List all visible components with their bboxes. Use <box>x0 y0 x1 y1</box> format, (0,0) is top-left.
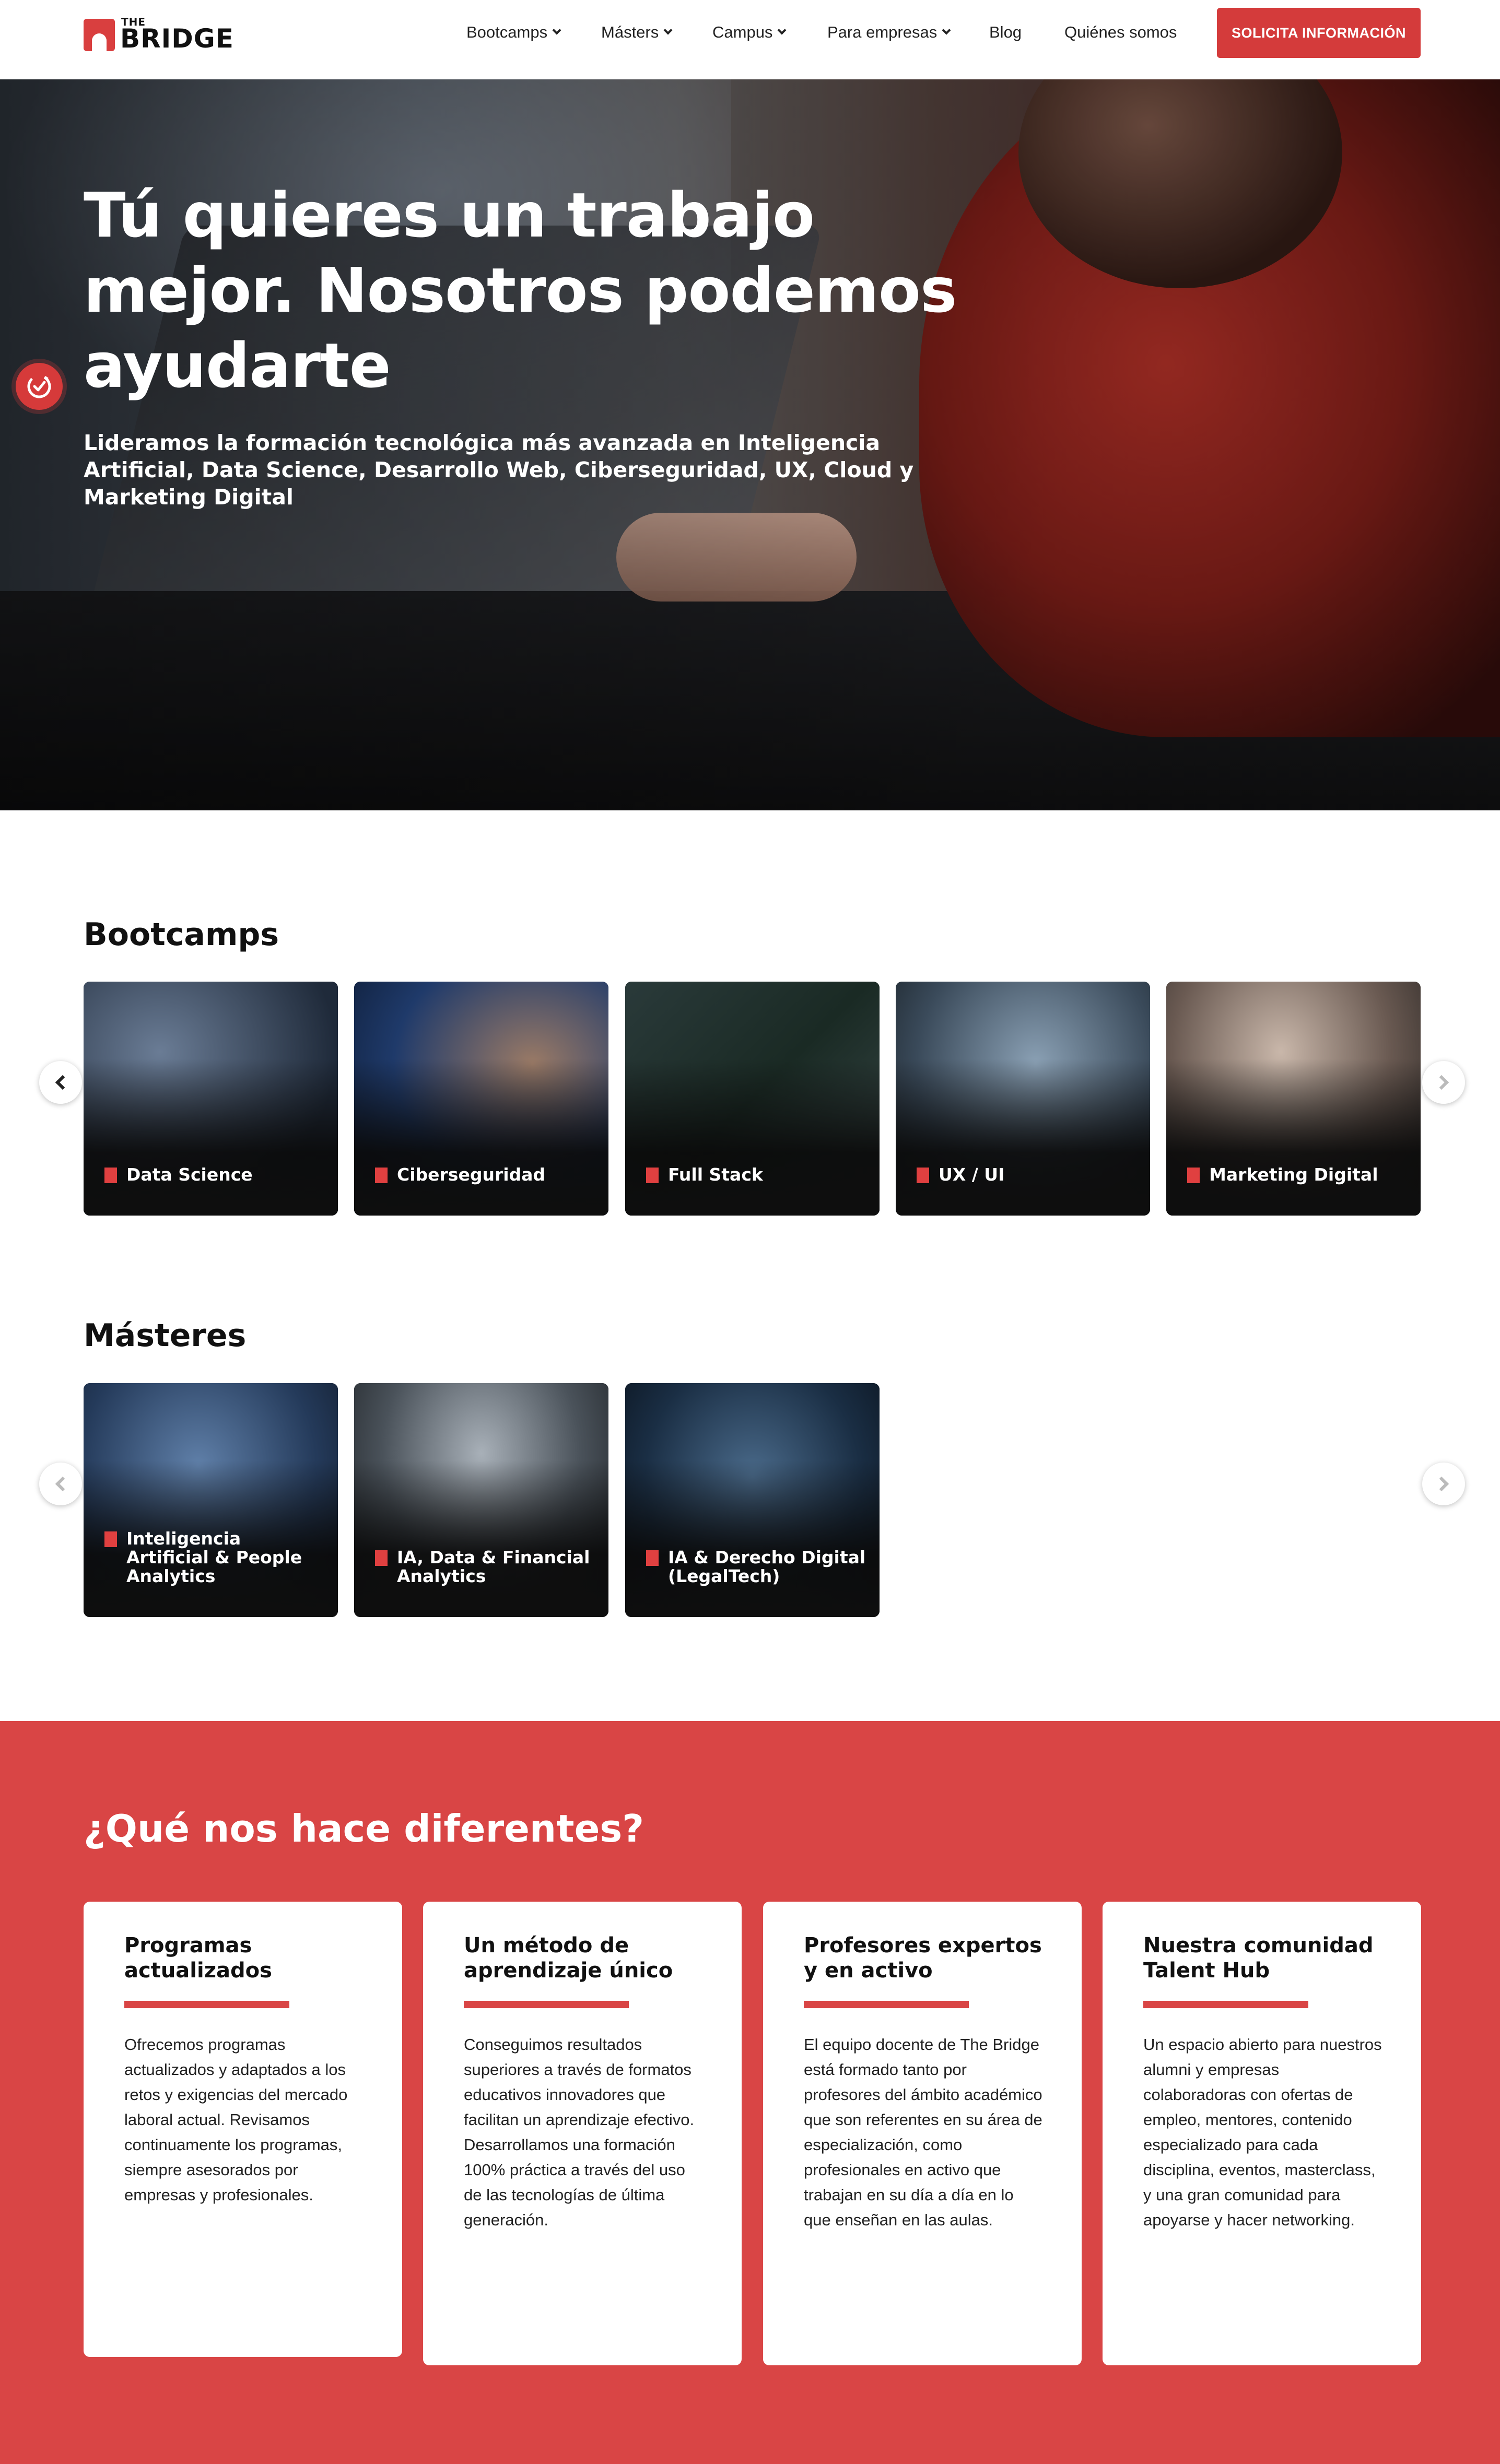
master-card-people-analytics[interactable]: Inteligencia Artificial & People Analyti… <box>84 1383 338 1617</box>
nav-item-label: Para empresas <box>827 23 938 41</box>
nav-item-masters[interactable]: Másters <box>601 21 673 44</box>
feature-text: Conseguimos resultados superiores a trav… <box>464 2035 695 2229</box>
feature-title: Nuestra comunidad Talent Hub <box>1143 1934 1374 1983</box>
feature-card: Programas actualizados Ofrecemos program… <box>84 1902 402 2357</box>
card-overlay <box>1166 1059 1421 1216</box>
master-card-financial-analytics[interactable]: IA, Data & Financial Analytics <box>354 1383 608 1617</box>
chevron-right-icon <box>1434 1075 1449 1090</box>
bridge-logo-icon <box>84 19 115 51</box>
nav-item-blog[interactable]: Blog <box>989 21 1022 44</box>
feature-text: El equipo docente de The Bridge está for… <box>804 2035 1042 2229</box>
differences-title: ¿Qué nos hace diferentes? <box>84 1807 644 1850</box>
clock-check-icon <box>27 374 51 398</box>
feature-title: Programas actualizados <box>124 1934 272 1983</box>
feature-accent-bar <box>124 2001 289 2008</box>
nav-item-label: Quiénes somos <box>1064 23 1177 41</box>
request-info-button[interactable]: SOLICITA INFORMACIÓN <box>1217 8 1421 58</box>
feature-accent-bar <box>464 2001 629 2008</box>
feature-card: Nuestra comunidad Talent Hub Un espacio … <box>1103 1902 1421 2365</box>
card-overlay <box>84 1059 338 1216</box>
feature-text: Un espacio abierto para nuestros alumni … <box>1143 2035 1382 2229</box>
card-label: IA, Data & Financial Analytics <box>375 1548 598 1586</box>
masters-prev-button[interactable] <box>39 1463 82 1505</box>
feature-title: Profesores expertos y en activo <box>804 1934 1042 1983</box>
card-overlay <box>354 1460 608 1617</box>
feature-text: Ofrecemos programas actualizados y adapt… <box>124 2035 348 2204</box>
bootcamp-card-ciberseguridad[interactable]: Ciberseguridad <box>354 982 608 1216</box>
feature-title: Un método de aprendizaje único <box>464 1934 673 1983</box>
nav-item-quienes-somos[interactable]: Quiénes somos <box>1064 21 1177 44</box>
bootcamp-card-full-stack[interactable]: Full Stack <box>625 982 880 1216</box>
feature-accent-bar <box>804 2001 969 2008</box>
card-overlay <box>625 1059 880 1216</box>
master-card-legaltech[interactable]: IA & Derecho Digital (LegalTech) <box>625 1383 880 1617</box>
card-label: UX / UI <box>917 1165 1140 1184</box>
card-label: Marketing Digital <box>1187 1165 1410 1184</box>
card-overlay <box>354 1059 608 1216</box>
hero-subtitle: Lideramos la formación tecnológica más a… <box>84 430 914 510</box>
card-label: Full Stack <box>646 1165 869 1184</box>
card-label: Data Science <box>104 1165 327 1184</box>
nav-item-para-empresas[interactable]: Para empresas <box>827 21 951 44</box>
bootcamp-card-marketing-digital[interactable]: Marketing Digital <box>1166 982 1421 1216</box>
nav-item-bootcamps[interactable]: Bootcamps <box>466 21 561 44</box>
logo[interactable]: THE BRIDGE <box>84 16 233 54</box>
logo-main-text: BRIDGE <box>120 23 234 54</box>
feature-card: Un método de aprendizaje único Conseguim… <box>423 1902 742 2365</box>
bootcamp-card-ux-ui[interactable]: UX / UI <box>896 982 1150 1216</box>
hero-title: Tú quieres un trabajo mejor. Nosotros po… <box>84 179 957 402</box>
accessibility-clock-icon[interactable] <box>16 363 63 410</box>
card-overlay <box>896 1059 1150 1216</box>
feature-card: Profesores expertos y en activo El equip… <box>763 1902 1082 2365</box>
chevron-down-icon <box>942 26 951 35</box>
nav-item-label: Bootcamps <box>466 23 548 41</box>
card-overlay <box>625 1460 880 1617</box>
bootcamps-prev-button[interactable] <box>39 1061 82 1104</box>
feature-accent-bar <box>1143 2001 1308 2008</box>
chevron-down-icon <box>663 26 673 35</box>
bootcamp-card-data-science[interactable]: Data Science <box>84 982 338 1216</box>
chevron-down-icon <box>777 26 787 35</box>
masters-next-button[interactable] <box>1422 1463 1465 1505</box>
bootcamps-next-button[interactable] <box>1422 1061 1465 1104</box>
chevron-right-icon <box>1434 1476 1449 1492</box>
site-header: THE BRIDGE Bootcamps Másters Campus Para… <box>0 0 1500 79</box>
chevron-down-icon <box>552 26 561 35</box>
chevron-left-icon <box>55 1075 71 1090</box>
masters-title: Másteres <box>84 1317 247 1354</box>
nav-item-label: Másters <box>601 23 659 41</box>
bootcamps-title: Bootcamps <box>84 916 279 953</box>
card-label: IA & Derecho Digital (LegalTech) <box>646 1548 869 1586</box>
card-label: Inteligencia Artificial & People Analyti… <box>104 1529 327 1586</box>
nav-item-label: Campus <box>712 23 773 41</box>
nav-item-label: Blog <box>989 23 1022 41</box>
nav-item-campus[interactable]: Campus <box>712 21 787 44</box>
card-label: Ciberseguridad <box>375 1165 598 1184</box>
chevron-left-icon <box>55 1476 71 1492</box>
